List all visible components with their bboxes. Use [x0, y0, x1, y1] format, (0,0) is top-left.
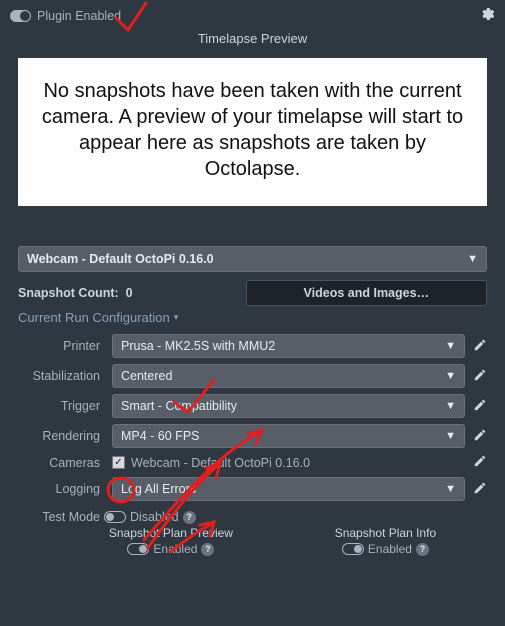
- printer-select[interactable]: Prusa - MK2.5S with MMU2 ▼: [112, 334, 465, 358]
- plan-preview-state: Enabled: [153, 542, 197, 556]
- rendering-label: Rendering: [18, 429, 104, 443]
- snapshot-plan-info-toggle[interactable]: Enabled ?: [342, 542, 429, 556]
- triangle-down-icon: ▾: [174, 312, 179, 323]
- snapshot-plan-preview-block: Snapshot Plan Preview Enabled ?: [109, 526, 233, 556]
- pencil-icon[interactable]: [473, 338, 487, 355]
- help-icon[interactable]: ?: [183, 511, 196, 524]
- cameras-value-row: ✓ Webcam - Default OctoPi 0.16.0: [112, 456, 465, 470]
- snapshot-count: Snapshot Count: 0: [18, 286, 236, 300]
- trigger-select[interactable]: Smart - Compatibility ▼: [112, 394, 465, 418]
- pencil-icon[interactable]: [473, 454, 487, 471]
- chevron-down-icon: ▼: [467, 253, 478, 265]
- cameras-label: Cameras: [18, 456, 104, 470]
- stabilization-select[interactable]: Centered ▼: [112, 364, 465, 388]
- pencil-icon[interactable]: [473, 428, 487, 445]
- timelapse-preview-title: Timelapse Preview: [0, 27, 505, 52]
- help-icon[interactable]: ?: [201, 543, 214, 556]
- chevron-down-icon: ▼: [445, 483, 456, 495]
- stabilization-label: Stabilization: [18, 369, 104, 383]
- snapshot-plan-preview-toggle[interactable]: Enabled ?: [127, 542, 214, 556]
- snapshot-plan-info-title: Snapshot Plan Info: [335, 526, 436, 540]
- test-mode-label: Test Mode: [18, 510, 104, 524]
- toggle-on-icon: [342, 543, 364, 555]
- plan-info-state: Enabled: [368, 542, 412, 556]
- pencil-icon[interactable]: [473, 368, 487, 385]
- snapshot-plan-preview-title: Snapshot Plan Preview: [109, 526, 233, 540]
- chevron-down-icon: ▼: [445, 340, 456, 352]
- printer-label: Printer: [18, 339, 104, 353]
- current-run-config-header[interactable]: Current Run Configuration ▾: [18, 310, 487, 325]
- camera-dropdown[interactable]: Webcam - Default OctoPi 0.16.0 ▼: [18, 246, 487, 272]
- chevron-down-icon: ▼: [445, 430, 456, 442]
- camera-name: Webcam - Default OctoPi 0.16.0: [131, 456, 310, 470]
- pencil-icon[interactable]: [473, 398, 487, 415]
- camera-checkbox[interactable]: ✓: [112, 456, 125, 469]
- videos-and-images-button[interactable]: Videos and Images…: [246, 280, 487, 306]
- test-mode-state: Disabled: [130, 510, 179, 524]
- preview-empty-message: No snapshots have been taken with the cu…: [18, 58, 487, 206]
- gear-icon[interactable]: [479, 6, 495, 25]
- chevron-down-icon: ▼: [445, 370, 456, 382]
- help-icon[interactable]: ?: [416, 543, 429, 556]
- snapshot-plan-info-block: Snapshot Plan Info Enabled ?: [335, 526, 436, 556]
- toggle-off-icon: [104, 511, 126, 523]
- camera-dropdown-value: Webcam - Default OctoPi 0.16.0: [27, 252, 214, 266]
- plugin-enabled-toggle[interactable]: Plugin Enabled: [10, 9, 121, 23]
- rendering-select[interactable]: MP4 - 60 FPS ▼: [112, 424, 465, 448]
- pencil-icon[interactable]: [473, 481, 487, 498]
- plugin-enabled-label: Plugin Enabled: [37, 9, 121, 23]
- toggle-on-icon: [127, 543, 149, 555]
- logging-select[interactable]: Log All Errors ▼: [112, 477, 465, 501]
- toggle-on-icon: [10, 10, 31, 22]
- test-mode-toggle[interactable]: Disabled ?: [104, 510, 196, 524]
- trigger-label: Trigger: [18, 399, 104, 413]
- chevron-down-icon: ▼: [445, 400, 456, 412]
- logging-label: Logging: [18, 482, 104, 496]
